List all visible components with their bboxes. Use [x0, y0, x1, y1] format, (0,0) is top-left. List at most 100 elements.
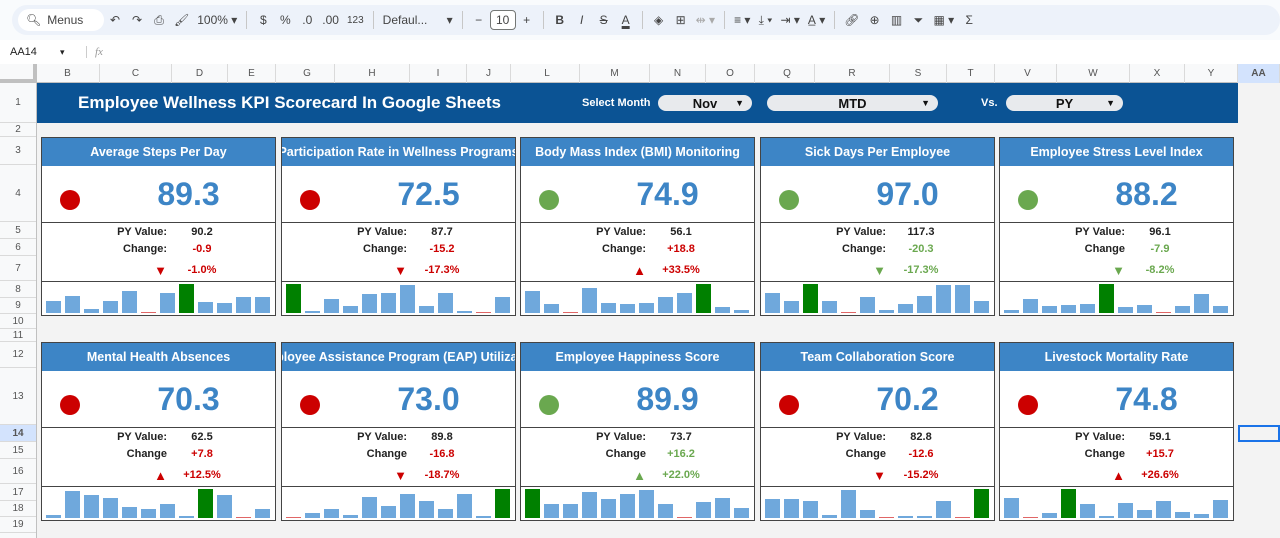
- column-header[interactable]: G: [280, 64, 335, 83]
- column-header[interactable]: M: [580, 64, 650, 83]
- row-header[interactable]: 15: [0, 442, 36, 459]
- sparkline-bar-min: [563, 311, 578, 313]
- sparkline-bar-min: [841, 311, 856, 313]
- row-header[interactable]: 14: [0, 425, 36, 442]
- column-header[interactable]: W: [1057, 64, 1130, 83]
- comment-icon[interactable]: ⊕: [863, 8, 885, 32]
- row-header[interactable]: 4: [0, 165, 36, 222]
- selected-cell-aa14[interactable]: [1238, 425, 1280, 442]
- percent-button[interactable]: %: [274, 8, 296, 32]
- row-header[interactable]: 6: [0, 239, 36, 256]
- undo-icon[interactable]: ↶: [104, 8, 126, 32]
- bold-button[interactable]: B: [549, 8, 571, 32]
- column-header[interactable]: I: [410, 64, 467, 83]
- column-header[interactable]: D: [172, 64, 228, 83]
- column-header[interactable]: C: [100, 64, 172, 83]
- column-header[interactable]: H: [335, 64, 410, 83]
- comparison-dropdown[interactable]: PY ▼: [1006, 95, 1123, 111]
- column-header[interactable]: B: [36, 64, 100, 83]
- kpi-title: Body Mass Index (BMI) Monitoring: [521, 138, 754, 166]
- row-header[interactable]: 17: [0, 484, 36, 501]
- row-header[interactable]: 19: [0, 517, 36, 533]
- name-box[interactable]: AA14: [0, 46, 60, 58]
- functions-icon[interactable]: Σ: [958, 8, 980, 32]
- more-formats-button[interactable]: 123: [343, 8, 368, 32]
- increase-decimal-button[interactable]: .00: [318, 8, 343, 32]
- status-dot-icon: [1018, 190, 1038, 210]
- row-header[interactable]: 5: [0, 222, 36, 239]
- font-size-input[interactable]: 10: [489, 10, 516, 30]
- sparkline-bar: [601, 302, 616, 313]
- chart-icon[interactable]: ▥: [885, 8, 907, 32]
- period-dropdown[interactable]: MTD ▼: [767, 95, 938, 111]
- column-header[interactable]: O: [706, 64, 755, 83]
- py-label: PY Value:: [1075, 431, 1125, 443]
- change-label: Change: [605, 448, 646, 460]
- select-all-corner[interactable]: [0, 64, 37, 83]
- row-header[interactable]: 3: [0, 137, 36, 165]
- row-header[interactable]: 18: [0, 501, 36, 517]
- font-select[interactable]: Defaul... ▾: [379, 8, 457, 32]
- row-header[interactable]: 1: [0, 83, 36, 123]
- column-header[interactable]: R: [815, 64, 890, 83]
- name-box-dropdown-icon[interactable]: ▾: [60, 47, 86, 58]
- column-header[interactable]: E: [228, 64, 276, 83]
- column-header[interactable]: Q: [760, 64, 815, 83]
- row-header[interactable]: 7: [0, 256, 36, 281]
- font-size-decrease[interactable]: −: [468, 8, 490, 32]
- kpi-value: 70.2: [876, 381, 939, 417]
- decrease-decimal-button[interactable]: .0: [296, 8, 318, 32]
- status-dot-icon: [300, 395, 320, 415]
- row-header[interactable]: 2: [0, 123, 36, 137]
- kpi-card: Body Mass Index (BMI) Monitoring 74.9 PY…: [520, 137, 755, 316]
- vertical-align-icon[interactable]: ⤓ ▾: [754, 8, 776, 32]
- horizontal-align-icon[interactable]: ≡ ▾: [730, 8, 754, 32]
- redo-icon[interactable]: ↷: [126, 8, 148, 32]
- kpi-card: Employee Stress Level Index 88.2 PY Valu…: [999, 137, 1234, 316]
- zoom-select[interactable]: 100% ▾: [193, 8, 241, 32]
- column-header[interactable]: V: [999, 64, 1057, 83]
- change-percent: -17.3%: [903, 264, 939, 276]
- column-header[interactable]: S: [890, 64, 947, 83]
- column-header[interactable]: L: [515, 64, 580, 83]
- italic-button[interactable]: I: [571, 8, 593, 32]
- menus-search[interactable]: 🔍︎ Menus: [18, 9, 104, 31]
- row-header[interactable]: 10: [0, 314, 36, 329]
- column-header[interactable]: AA: [1238, 64, 1280, 83]
- paint-format-icon[interactable]: 🖌︎: [170, 8, 193, 32]
- sparkline-bar: [103, 301, 118, 313]
- column-header[interactable]: T: [947, 64, 995, 83]
- sparkline-bar: [803, 500, 818, 518]
- column-header[interactable]: N: [650, 64, 706, 83]
- sparkline-bar: [1042, 305, 1057, 313]
- row-header[interactable]: 13: [0, 368, 36, 425]
- month-dropdown[interactable]: Nov ▼: [658, 95, 752, 111]
- sparkline-bar: [1137, 305, 1152, 313]
- row-header[interactable]: 16: [0, 459, 36, 484]
- text-rotation-icon[interactable]: A̲ ▾: [804, 8, 829, 32]
- print-icon[interactable]: ⎙: [148, 8, 170, 32]
- borders-icon[interactable]: ⊞: [670, 8, 692, 32]
- change-label: Change:: [363, 243, 407, 255]
- column-header[interactable]: J: [467, 64, 511, 83]
- filter-icon[interactable]: ⏷: [907, 8, 929, 32]
- py-label: PY Value:: [357, 226, 407, 238]
- change-label: Change: [1084, 243, 1125, 255]
- fill-color-icon[interactable]: ◈: [648, 8, 670, 32]
- strikethrough-icon[interactable]: S: [593, 8, 615, 32]
- filter-views-icon[interactable]: ▦ ▾: [929, 8, 958, 32]
- text-color-icon[interactable]: A: [615, 8, 637, 32]
- link-icon[interactable]: 🔗︎: [840, 8, 863, 32]
- row-header[interactable]: 11: [0, 329, 36, 342]
- row-header[interactable]: 8: [0, 281, 36, 298]
- row-header[interactable]: 12: [0, 342, 36, 368]
- row-header[interactable]: 9: [0, 298, 36, 314]
- merge-cells-icon[interactable]: ⇹ ▾: [692, 8, 719, 32]
- triangle-up-icon: ▲: [633, 468, 646, 483]
- column-header[interactable]: X: [1130, 64, 1185, 83]
- column-header[interactable]: Y: [1185, 64, 1238, 83]
- divider: [542, 11, 544, 29]
- text-wrap-icon[interactable]: ⇥ ▾: [776, 8, 803, 32]
- font-size-increase[interactable]: +: [516, 8, 538, 32]
- currency-button[interactable]: $: [252, 8, 274, 32]
